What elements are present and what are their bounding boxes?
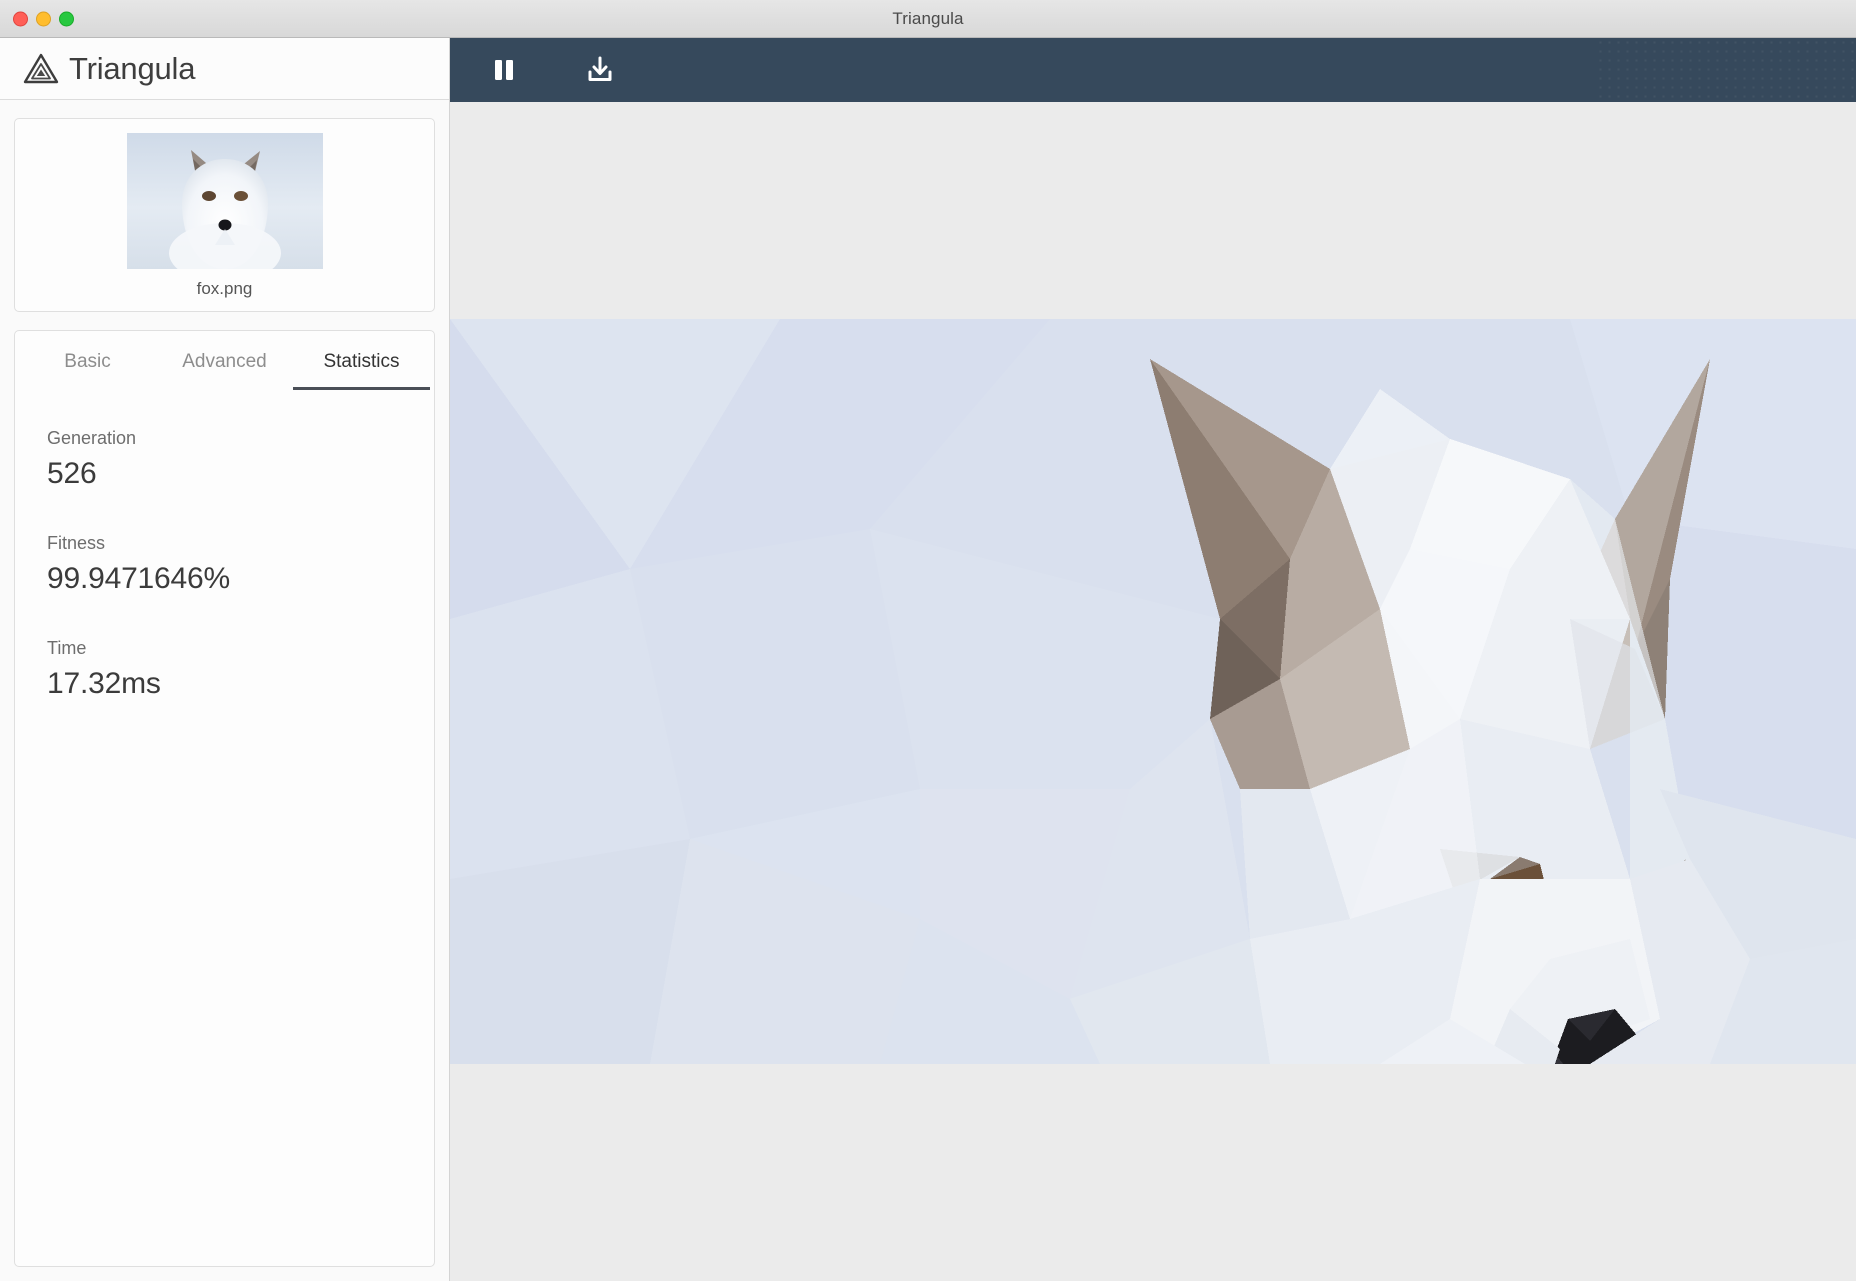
stat-time: Time 17.32ms: [47, 638, 402, 701]
brand-bar: Triangula: [0, 38, 449, 100]
sidebar: Triangula fox.png Basic Advanced Statist…: [0, 38, 450, 1281]
stat-fitness: Fitness 99.9471646%: [47, 533, 402, 596]
stat-time-label: Time: [47, 638, 87, 658]
brand-name: Triangula: [69, 50, 196, 86]
source-image-card[interactable]: fox.png: [14, 118, 435, 312]
main-pane: [450, 38, 1856, 1281]
save-button[interactable]: [578, 50, 622, 90]
pause-button[interactable]: [482, 50, 526, 90]
statistics-list: Generation 526 Fitness 99.9471646% Time …: [15, 390, 434, 1266]
toolbar: [450, 38, 1856, 102]
maximize-button[interactable]: [59, 11, 74, 26]
stat-generation: Generation 526: [47, 428, 402, 491]
stat-time-value: 17.32ms: [47, 667, 161, 700]
source-image-filename: fox.png: [196, 279, 253, 298]
stat-fitness-label: Fitness: [47, 533, 106, 553]
app-window: Triangula Triangula fox.png Basic Advanc…: [0, 0, 1856, 1281]
source-image-thumbnail[interactable]: [126, 133, 323, 283]
window-title: Triangula: [892, 8, 964, 28]
triangle-logo-icon: [22, 50, 60, 88]
tab-advanced[interactable]: Advanced: [156, 331, 293, 390]
canvas-area: [450, 102, 1856, 1281]
pause-icon: [491, 56, 517, 84]
tabstrip: Basic Advanced Statistics: [15, 331, 434, 390]
tab-statistics[interactable]: Statistics: [293, 331, 430, 390]
stat-generation-label: Generation: [47, 428, 137, 448]
minimize-button[interactable]: [36, 11, 51, 26]
window-body: Triangula fox.png Basic Advanced Statist…: [0, 38, 1856, 1281]
triangulation-render[interactable]: [450, 319, 1856, 1129]
stat-generation-value: 526: [47, 457, 97, 490]
traffic-lights: [13, 11, 74, 26]
close-button[interactable]: [13, 11, 28, 26]
stat-fitness-value: 99.9471646%: [47, 562, 230, 595]
settings-panel: Basic Advanced Statistics Generation 526…: [14, 330, 435, 1267]
toolbar-texture: [1596, 38, 1856, 102]
tab-basic[interactable]: Basic: [19, 331, 156, 390]
download-icon: [585, 55, 615, 85]
window-titlebar: Triangula: [0, 0, 1856, 38]
